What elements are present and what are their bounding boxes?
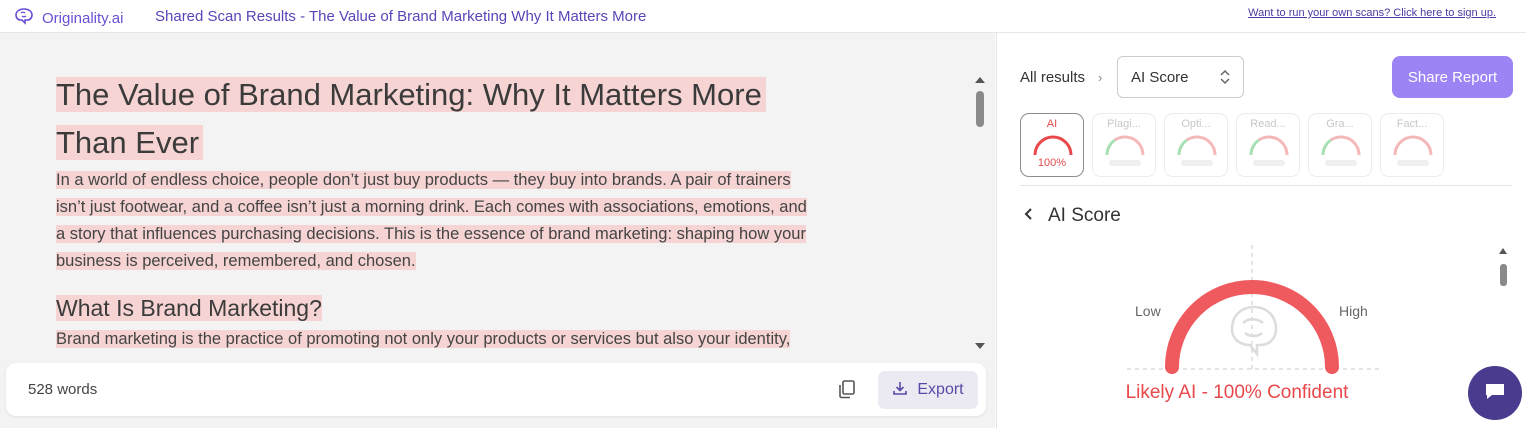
gauge-icon [1392,133,1434,162]
scroll-up-icon[interactable] [975,77,985,83]
logo[interactable]: Originality.ai [12,6,123,31]
gauge-high-label: High [1339,303,1368,319]
blurred-value [1181,160,1213,166]
document-pane: The Value of Brand Marketing: Why It Mat… [0,33,995,428]
score-type-select[interactable]: AI Score [1117,56,1244,98]
blurred-value [1109,160,1141,166]
tab-ai[interactable]: AI 100% [1020,113,1084,177]
scroll-thumb[interactable] [976,91,984,127]
chevron-right-icon: › [1098,70,1103,85]
paragraph-line: business is perceived, remembered, and c… [56,252,416,270]
blurred-value [1253,160,1285,166]
paragraph-line: a story that influences purchasing decis… [56,225,806,243]
subheading-text: What Is Brand Marketing? [56,295,322,321]
signup-link[interactable]: Want to run your own scans? Click here t… [1248,7,1496,19]
tab-label: Opti... [1181,118,1211,130]
paragraph-line: isn’t just footwear, and a coffee isn’t … [56,198,807,216]
section-title: AI Score [1048,205,1121,226]
tab-readability[interactable]: Read... [1236,113,1300,177]
scroll-down-icon[interactable] [975,343,985,349]
tab-grammar[interactable]: Gra... [1308,113,1372,177]
export-button[interactable]: Export [878,371,978,409]
sort-arrows-icon [1219,68,1231,91]
chevron-left-icon [1024,207,1034,226]
export-label: Export [917,381,964,398]
paragraph-line: In a world of endless choice, people don… [56,171,791,189]
heading-line: The Value of Brand Marketing: Why It Mat… [56,77,766,112]
results-panel: All results › AI Score Share Report AI 1… [996,33,1526,428]
brain-watermark-icon [1230,305,1278,358]
verdict-text: Likely AI - 100% Confident [1125,382,1349,403]
chat-bubble-icon [1483,380,1507,407]
tab-value: 100% [1037,157,1067,169]
tab-label: Gra... [1326,118,1354,130]
gauge-icon [1176,133,1218,162]
word-count: 528 words [28,381,98,398]
tab-label: Fact... [1396,118,1428,130]
gauge-low-label: Low [1135,303,1161,319]
document-heading: The Value of Brand Marketing: Why It Mat… [56,71,876,167]
select-value: AI Score [1131,69,1189,86]
scroll-thumb[interactable] [1500,264,1507,286]
tab-fact-check[interactable]: Fact... [1380,113,1444,177]
ai-score-gauge: Low High Likely AI - 100% Confident [1107,245,1407,425]
gauge-icon [1320,133,1362,162]
tab-label: Plagi... [1107,118,1141,130]
document-content: The Value of Brand Marketing: Why It Mat… [56,71,876,353]
back-button[interactable]: AI Score [1024,205,1121,227]
results-scrollbar[interactable] [1498,246,1510,306]
tab-optimization[interactable]: Opti... [1164,113,1228,177]
brand-name: Originality.ai [42,10,124,27]
blurred-value [1397,160,1429,166]
top-bar: Originality.ai Shared Scan Results - The… [0,0,1526,33]
chat-button[interactable] [1468,366,1522,420]
gauge-icon [1248,133,1290,162]
copy-icon [836,380,858,404]
tab-plagiarism[interactable]: Plagi... [1092,113,1156,177]
divider [1020,185,1512,186]
heading-line: Than Ever [56,125,204,160]
download-icon [892,380,908,401]
share-report-button[interactable]: Share Report [1392,56,1513,98]
document-subheading: What Is Brand Marketing? [56,290,876,326]
page-title: Shared Scan Results - The Value of Brand… [155,8,647,25]
brain-icon [12,6,36,31]
tab-label: AI [1046,118,1058,130]
paragraph: Brand marketing is the practice of promo… [56,326,876,353]
breadcrumb-all-results[interactable]: All results [1020,69,1085,86]
document-footer: 528 words Export [6,363,986,416]
paragraph: In a world of endless choice, people don… [56,167,876,275]
scroll-up-icon[interactable] [1499,248,1507,254]
paragraph-line: Brand marketing is the practice of promo… [56,330,791,348]
document-scrollbar[interactable] [973,75,987,355]
tab-label: Read... [1250,118,1286,130]
blurred-value [1325,160,1357,166]
gauge-icon [1104,133,1146,162]
copy-button[interactable] [836,378,858,400]
